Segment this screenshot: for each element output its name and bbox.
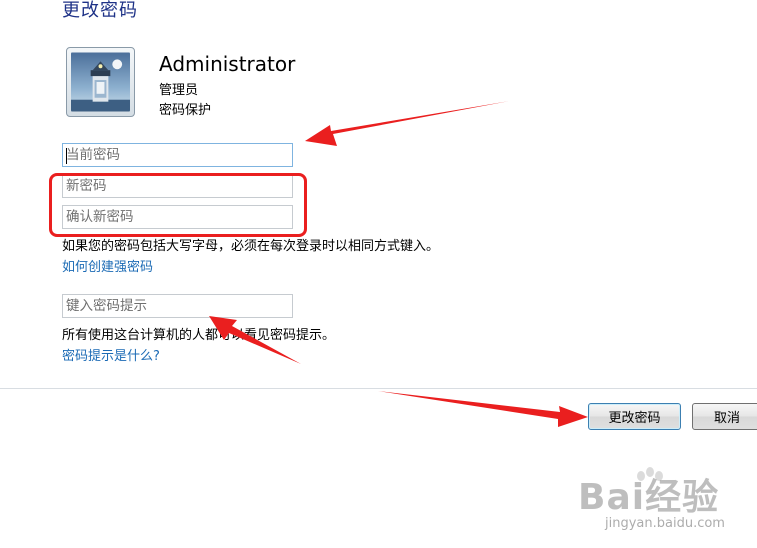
password-hint-input[interactable] <box>62 294 293 318</box>
change-password-button[interactable]: 更改密码 <box>588 403 681 430</box>
watermark-brand: Bai经验 <box>578 477 720 518</box>
arrow-to-current-password <box>305 101 510 146</box>
hint-visibility-note: 所有使用这台计算机的人都可以看见密码提示。 <box>62 328 336 343</box>
arrow-to-change-button <box>378 391 588 427</box>
user-avatar <box>66 47 135 117</box>
password-hint-help-link[interactable]: 密码提示是什么? <box>62 345 160 364</box>
footer-divider <box>0 388 757 389</box>
dialog-title: 更改密码 <box>62 0 138 21</box>
case-sensitivity-note: 如果您的密码包括大写字母，必须在每次登录时以相同方式键入。 <box>62 239 440 254</box>
watermark-url: jingyan.baidu.com <box>605 516 725 531</box>
lighthouse-icon <box>71 52 130 112</box>
account-name: Administrator <box>159 52 296 76</box>
strong-password-help-link[interactable]: 如何创建强密码 <box>62 256 153 275</box>
account-protection-status: 密码保护 <box>159 103 212 118</box>
annotation-highlight-box <box>49 173 307 237</box>
text-caret <box>66 148 67 164</box>
account-role: 管理员 <box>159 83 199 98</box>
cancel-button[interactable]: 取消 <box>692 403 757 430</box>
current-password-input[interactable] <box>62 143 293 167</box>
